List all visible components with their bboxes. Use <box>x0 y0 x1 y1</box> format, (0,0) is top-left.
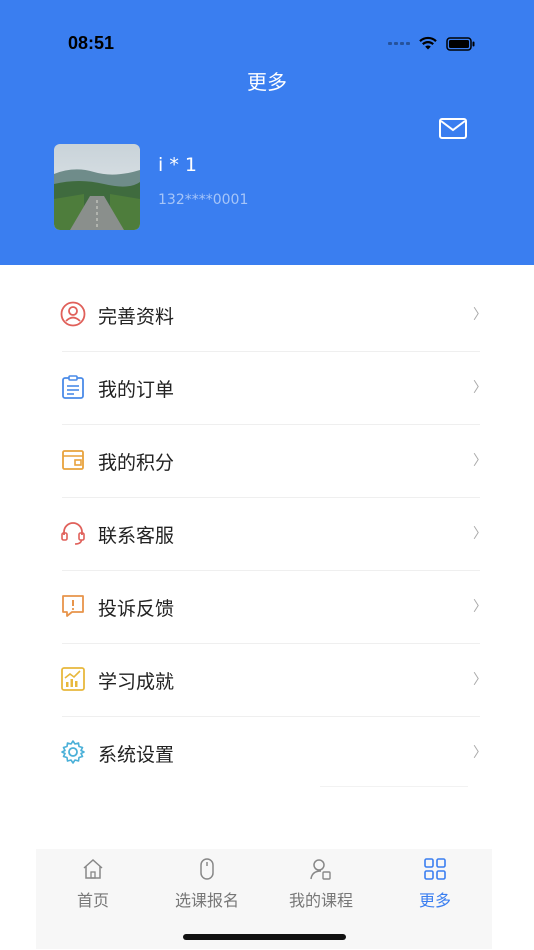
menu-item-label: 学习成就 <box>98 671 175 693</box>
status-indicators <box>388 36 476 51</box>
order-clipboard-icon <box>62 375 84 399</box>
menu-item-label: 联系客服 <box>98 525 175 547</box>
menu-item-orders[interactable]: 我的订单 〉 <box>0 352 534 425</box>
headset-icon <box>61 522 85 545</box>
home-indicator[interactable] <box>183 934 346 940</box>
user-phone: 132****0001 <box>158 192 249 208</box>
more-page: 08:51 更多 i * 1 132****0001 完善资料 〉 我的订单 〉… <box>0 0 534 950</box>
chevron-right-icon: 〉 <box>473 672 487 688</box>
menu-item-label: 投诉反馈 <box>98 598 175 620</box>
menu-item-points[interactable]: 我的积分 〉 <box>0 425 534 498</box>
tab-label: 更多 <box>418 891 451 910</box>
mail-button[interactable] <box>438 117 468 141</box>
tab-label: 我的课程 <box>288 891 353 910</box>
grid-icon <box>424 858 446 880</box>
status-time: 08:51 <box>68 33 115 53</box>
profile-header: 08:51 更多 i * 1 132****0001 <box>0 0 534 265</box>
wifi-icon <box>419 36 437 50</box>
battery-icon <box>446 36 475 51</box>
tab-my-courses[interactable]: 我的课程 <box>264 849 378 919</box>
home-icon <box>83 858 103 879</box>
menu-item-feedback[interactable]: 投诉反馈 〉 <box>0 571 534 644</box>
menu-item-label: 我的订单 <box>98 379 175 401</box>
tab-label: 选课报名 <box>174 891 239 910</box>
avatar-landscape-image <box>54 144 140 230</box>
mouse-icon <box>200 858 214 880</box>
tab-course-enroll[interactable]: 选课报名 <box>150 849 264 919</box>
tab-home[interactable]: 首页 <box>36 849 150 919</box>
menu-list: 完善资料 〉 我的订单 〉 我的积分 〉 联系客服 〉 投诉反馈 〉 学习成就 … <box>0 279 534 790</box>
divider <box>320 786 468 787</box>
menu-item-customer-service[interactable]: 联系客服 〉 <box>0 498 534 571</box>
chevron-right-icon: 〉 <box>473 453 487 469</box>
tab-label: 首页 <box>76 891 109 910</box>
chevron-right-icon: 〉 <box>473 526 487 542</box>
tab-more[interactable]: 更多 <box>378 849 492 919</box>
avatar[interactable] <box>54 144 140 230</box>
chevron-right-icon: 〉 <box>473 599 487 615</box>
wallet-icon <box>62 450 84 470</box>
menu-item-label: 完善资料 <box>98 306 175 328</box>
chevron-right-icon: 〉 <box>473 307 487 323</box>
menu-item-achievements[interactable]: 学习成就 〉 <box>0 644 534 717</box>
menu-item-settings[interactable]: 系统设置 〉 <box>0 717 534 790</box>
signal-icon <box>388 42 410 45</box>
menu-item-label: 我的积分 <box>98 452 175 474</box>
achievement-chart-icon <box>61 667 85 691</box>
page-title: 更多 <box>247 70 287 94</box>
chevron-right-icon: 〉 <box>473 745 487 761</box>
user-course-icon <box>310 859 331 880</box>
user-name: i * 1 <box>158 154 197 176</box>
menu-item-profile[interactable]: 完善资料 〉 <box>0 279 534 352</box>
menu-item-label: 系统设置 <box>98 744 175 766</box>
gear-icon <box>61 740 85 764</box>
mail-icon <box>439 118 467 139</box>
chevron-right-icon: 〉 <box>473 380 487 396</box>
user-profile-icon <box>60 301 86 327</box>
feedback-icon <box>62 595 84 617</box>
